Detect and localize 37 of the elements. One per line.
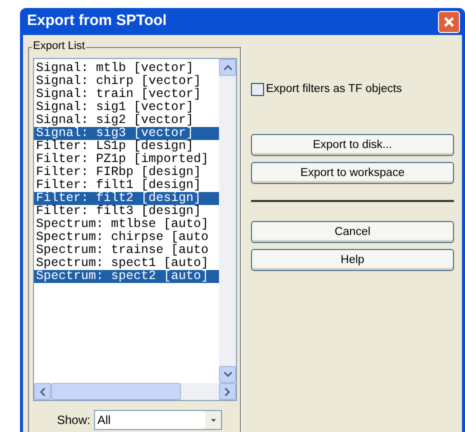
- checkbox[interactable]: [251, 83, 264, 96]
- dialog-button[interactable]: Export to disk...: [251, 134, 454, 156]
- vertical-scrollbar[interactable]: [219, 59, 236, 383]
- show-label: Show:: [57, 412, 90, 429]
- window-title: Export from SPTool: [27, 11, 167, 32]
- dropdown-arrow-icon: [210, 418, 216, 422]
- list-item[interactable]: Filter: LS1p [design]: [34, 140, 219, 153]
- list-item[interactable]: Signal: sig1 [vector]: [34, 101, 219, 114]
- close-button[interactable]: [438, 10, 460, 32]
- list-item[interactable]: Filter: filt3 [design]: [34, 205, 219, 218]
- list-item[interactable]: Signal: sig2 [vector]: [34, 114, 219, 127]
- dialog-button[interactable]: Cancel: [251, 221, 454, 244]
- show-dropdown[interactable]: All: [94, 410, 222, 430]
- scroll-up-button[interactable]: [219, 59, 236, 76]
- scroll-left-button[interactable]: [34, 383, 51, 400]
- scroll-right-button[interactable]: [219, 383, 236, 400]
- list-item[interactable]: Spectrum: spect2 [auto]: [34, 270, 219, 283]
- list-item[interactable]: Signal: chirp [vector]: [34, 75, 219, 88]
- horizontal-scrollbar[interactable]: [34, 383, 236, 400]
- list-item[interactable]: Spectrum: mtlbse [auto]: [34, 218, 219, 231]
- list-item[interactable]: Signal: sig3 [vector]: [34, 127, 219, 140]
- list-item[interactable]: Filter: filt1 [design]: [34, 179, 219, 192]
- close-icon: [443, 16, 455, 28]
- list-item[interactable]: Filter: filt2 [design]: [34, 192, 219, 205]
- list-item[interactable]: Filter: PZ1p [imported]: [34, 153, 219, 166]
- list-item[interactable]: Spectrum: spect1 [auto]: [34, 257, 219, 270]
- list-item[interactable]: Spectrum: trainse [auto: [34, 244, 219, 257]
- list-item[interactable]: Spectrum: chirpse [auto: [34, 231, 219, 244]
- dialog-button[interactable]: Help: [251, 249, 454, 272]
- scroll-thumb[interactable]: [51, 383, 181, 400]
- tf-checkbox-row[interactable]: Export filters as TF objects: [251, 81, 454, 98]
- list-item[interactable]: Filter: FIRbp [design]: [34, 166, 219, 179]
- group-label: Export List: [32, 39, 86, 53]
- dialog-button[interactable]: Export to workspace: [251, 162, 454, 184]
- list-item[interactable]: Signal: mtlb [vector]: [34, 62, 219, 75]
- list-item[interactable]: Signal: train [vector]: [34, 88, 219, 101]
- scroll-down-button[interactable]: [219, 366, 236, 383]
